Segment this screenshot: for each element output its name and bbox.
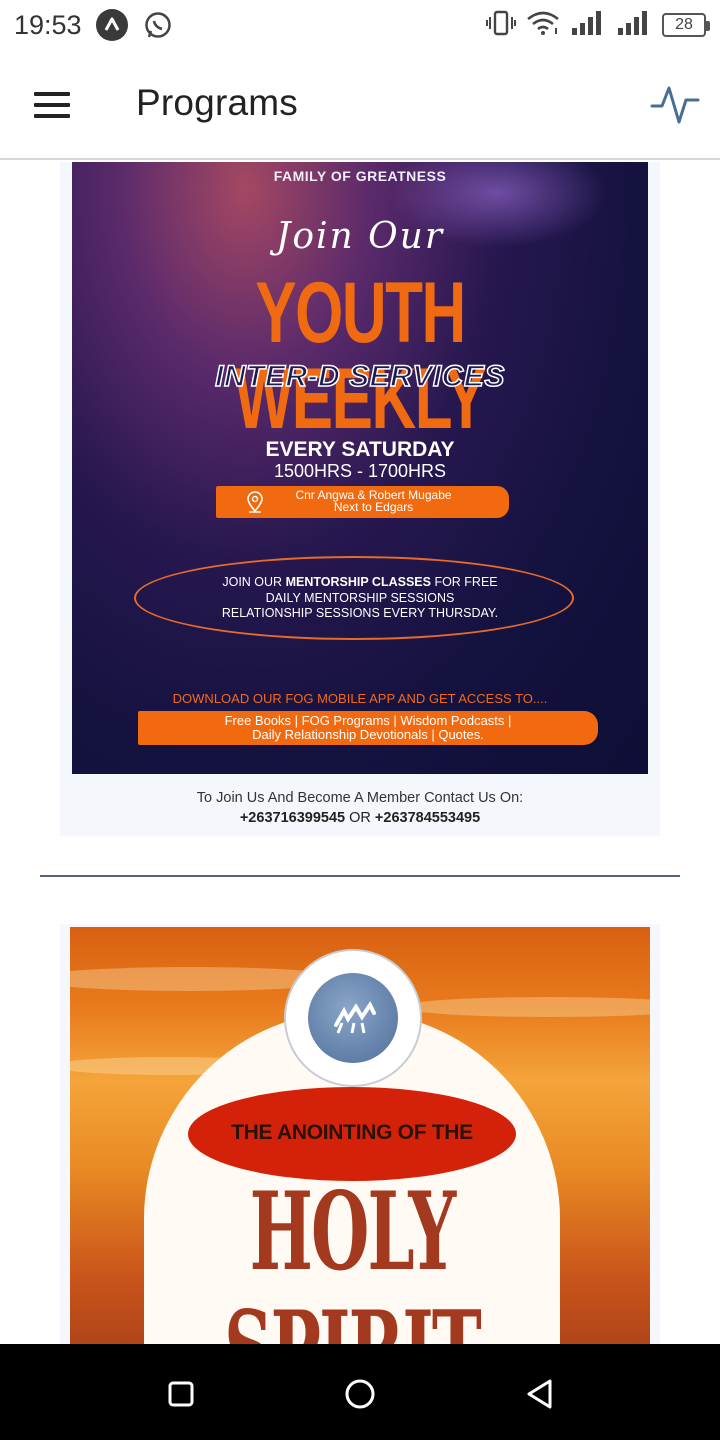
youth-weekly-poster[interactable]: FAMILY OF GREATNESS Join Our YOUTH WEEKL… (72, 162, 648, 774)
mentor-line3: RELATIONSHIP SESSIONS EVERY THURSDAY. (221, 606, 499, 620)
system-nav-bar (0, 1344, 720, 1440)
battery-level: 28 (675, 16, 693, 33)
poster-org-name: FAMILY OF GREATNESS (273, 168, 447, 184)
poster-anointing: THE ANOINTING OF THE (231, 1121, 473, 1144)
poster-features-box: Free Books | FOG Programs | Wisdom Podca… (138, 711, 598, 745)
mentor-prefix: JOIN OUR (222, 575, 286, 589)
page-title: Programs (136, 82, 298, 123)
poster-mentorship-text: JOIN OUR MENTORSHIP CLASSES FOR FREE DAI… (72, 575, 648, 622)
poster-join-our: Join Our (275, 216, 445, 257)
home-circle-icon[interactable] (340, 1374, 380, 1414)
poster-hours: 1500HRS - 1700HRS (273, 461, 447, 481)
hamburger-menu-icon[interactable] (34, 92, 70, 118)
holy-spirit-poster[interactable]: THE ANOINTING OF THE HOLY SPIRIT (70, 927, 650, 1344)
status-left: 19:53 (14, 9, 174, 41)
wifi-icon (526, 10, 560, 41)
mentor-line2: DAILY MENTORSHIP SESSIONS (265, 590, 455, 605)
contact-text: To Join Us And Become A Member Contact U… (196, 790, 524, 806)
recents-square-icon[interactable] (162, 1374, 202, 1414)
poster-title: HOLY SPIRIT (224, 1169, 482, 1344)
whatsapp-icon (142, 9, 174, 41)
poster-download-line: DOWNLOAD OUR FOG MOBILE APP AND GET ACCE… (172, 691, 548, 706)
seal-figures-icon (334, 1001, 376, 1034)
features-line1: Free Books | FOG Programs | Wisdom Podca… (224, 713, 512, 728)
app-bar: Programs (0, 50, 720, 160)
phone-separator: OR (345, 810, 375, 826)
status-right: 28 (486, 10, 710, 41)
features-line2: Daily Relationship Devotionals | Quotes. (252, 727, 484, 742)
contact-phones: +263716399545 OR +263784553495 (72, 810, 648, 826)
activity-pulse-icon[interactable] (650, 80, 700, 128)
sky-streak (400, 997, 650, 1017)
program-card[interactable]: FAMILY OF GREATNESS Join Our YOUTH WEEKL… (60, 162, 660, 836)
signal-icon (570, 10, 606, 41)
poster-address-line2: Next to Edgars (333, 500, 414, 514)
back-triangle-icon[interactable] (520, 1374, 560, 1414)
status-bar: 19:53 28 (0, 0, 720, 50)
phone-number[interactable]: +263784553495 (375, 810, 480, 826)
battery-icon: 28 (662, 13, 710, 37)
signal-icon (616, 10, 652, 41)
vibrate-icon (486, 10, 516, 41)
feed-divider (40, 875, 680, 877)
fog-seal-logo (284, 949, 422, 1087)
poster-address-box: Cnr Angwa & Robert Mugabe Next to Edgars (216, 486, 509, 518)
status-time: 19:53 (14, 9, 82, 40)
phone-number[interactable]: +263716399545 (240, 810, 345, 826)
location-pin-icon (246, 491, 264, 513)
programs-feed[interactable]: FAMILY OF GREATNESS Join Our YOUTH WEEKL… (0, 162, 720, 1344)
poster-day: EVERY SATURDAY (265, 438, 455, 461)
program-card[interactable]: THE ANOINTING OF THE HOLY SPIRIT (60, 924, 660, 1344)
poster-subheadline: INTER-D SERVICES (214, 359, 505, 394)
poster-headline: YOUTH WEEKLY (234, 265, 487, 447)
app-notification-icon (95, 9, 128, 41)
mentor-bold: MENTORSHIP CLASSES (285, 575, 431, 589)
mentor-suffix: FOR FREE (430, 575, 498, 589)
